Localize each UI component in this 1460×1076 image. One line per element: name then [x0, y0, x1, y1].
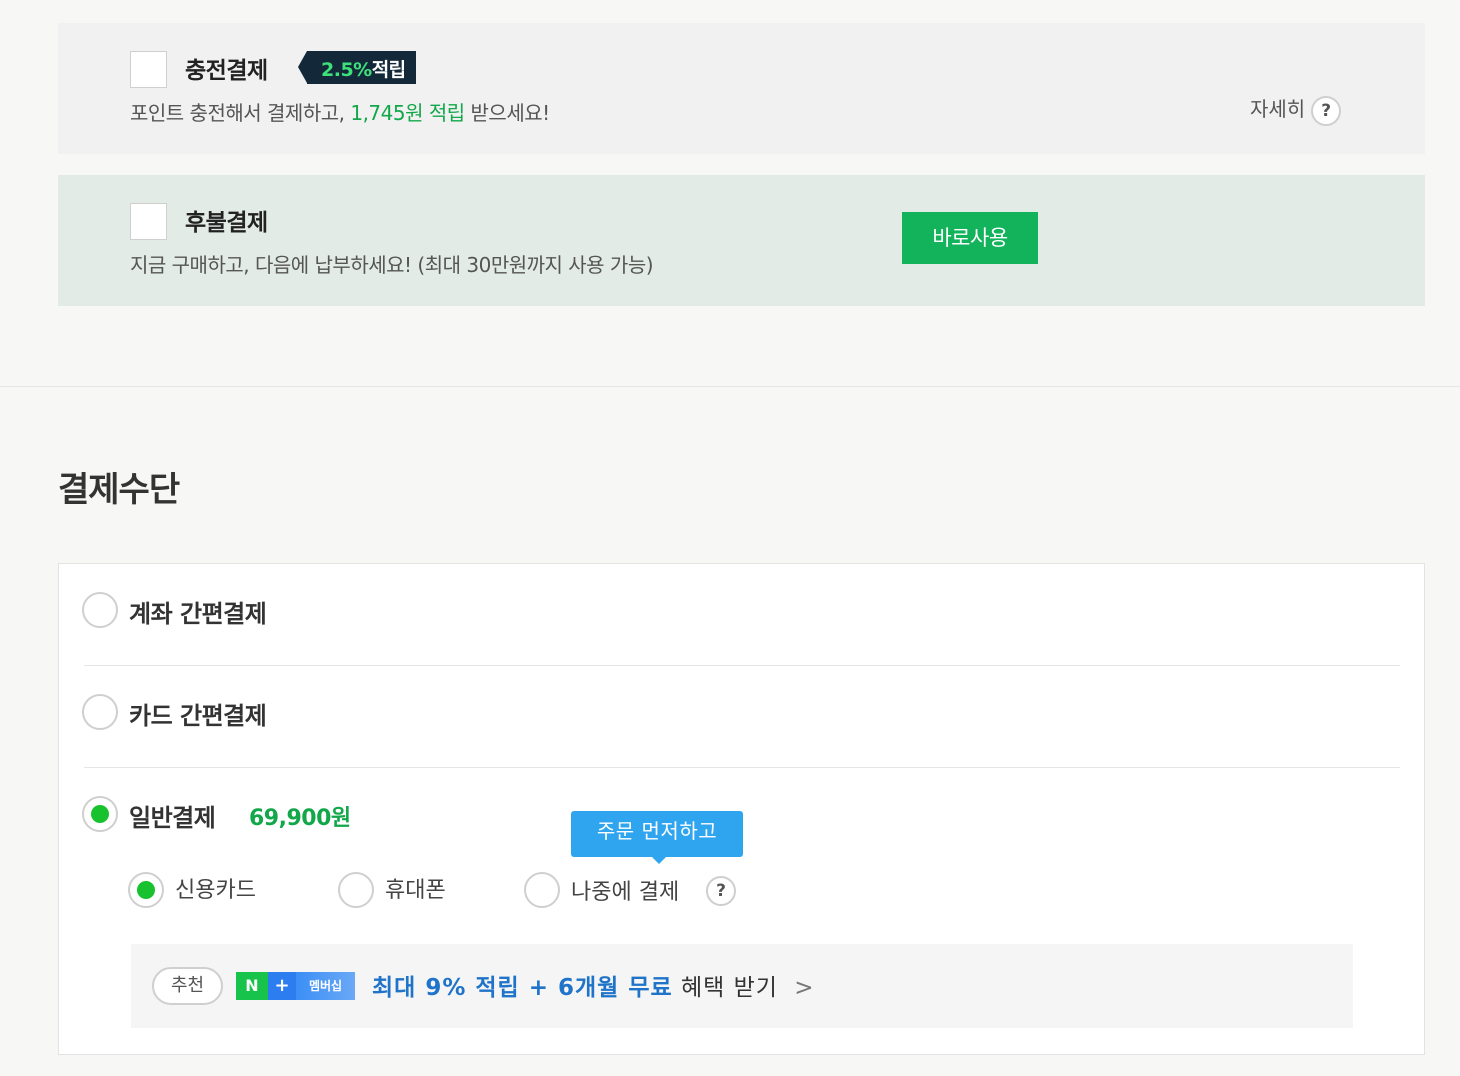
method-divider [84, 665, 1400, 666]
charge-payment-checkbox[interactable] [130, 51, 167, 88]
radio-credit-card[interactable] [128, 872, 164, 908]
charge-desc-highlight: 1,745원 적립 [350, 101, 465, 125]
reward-badge-text: 적립 [371, 59, 406, 81]
reward-badge: 2.5%적립 [298, 51, 416, 84]
promo-highlight: 최대 9% 적립 + 6개월 무료 [372, 975, 673, 1001]
deferred-payment-title: 후불결제 [185, 210, 268, 236]
use-now-button[interactable]: 바로사용 [902, 212, 1038, 264]
section-divider [0, 386, 1460, 387]
radio-pay-later[interactable] [524, 872, 560, 908]
payment-method-heading: 결제수단 [58, 470, 180, 510]
method-label-account: 계좌 간편결제 [129, 600, 267, 628]
radio-account-easy-pay[interactable] [82, 592, 118, 628]
method-divider [84, 767, 1400, 768]
chevron-right-icon: > [794, 975, 815, 1001]
membership-promo-banner[interactable]: 추천 N + 멤버십 최대 9% 적립 + 6개월 무료 혜택 받기 > [131, 944, 1353, 1028]
charge-desc-prefix: 포인트 충전해서 결제하고, [130, 101, 345, 125]
help-icon[interactable]: ? [706, 876, 736, 906]
radio-general-pay[interactable] [82, 796, 118, 832]
charge-desc-suffix: 받으세요! [470, 101, 551, 125]
promo-text: 최대 9% 적립 + 6개월 무료 혜택 받기 > [372, 968, 815, 1002]
radio-card-easy-pay[interactable] [82, 694, 118, 730]
deferred-payment-checkbox[interactable] [130, 203, 167, 240]
charge-payment-description: 포인트 충전해서 결제하고, 1,745원 적립 받으세요! [130, 97, 550, 126]
payment-methods-box: 계좌 간편결제 카드 간편결제 일반결제 69,900원 주문 먼저하고 신용카… [58, 563, 1425, 1055]
sub-method-pay-later: 나중에 결제 [571, 880, 680, 905]
recommend-pill: 추천 [152, 967, 223, 1005]
charge-payment-panel: 충전결제 2.5%적립 포인트 충전해서 결제하고, 1,745원 적립 받으세… [58, 23, 1425, 154]
sub-method-credit-card: 신용카드 [175, 878, 256, 903]
reward-badge-percent: 2.5% [321, 59, 372, 81]
details-label: 자세히 [1250, 97, 1306, 121]
charge-payment-title: 충전결제 [185, 58, 268, 84]
method-label-general: 일반결제 [129, 804, 216, 832]
deferred-payment-description: 지금 구매하고, 다음에 납부하세요! (최대 30만원까지 사용 가능) [130, 253, 654, 277]
pay-later-tooltip: 주문 먼저하고 [571, 811, 743, 864]
promo-rest: 혜택 받기 [680, 975, 778, 1001]
nplus-member-label: 멤버십 [296, 972, 355, 1000]
nplus-plus: + [268, 972, 296, 1000]
sub-method-mobile: 휴대폰 [385, 878, 446, 903]
method-label-card: 카드 간편결제 [129, 702, 267, 730]
nplus-membership-logo: N + 멤버십 [236, 972, 355, 1000]
details-link[interactable]: 자세히? [1250, 93, 1342, 126]
nplus-n: N [236, 972, 268, 1000]
radio-mobile-phone[interactable] [338, 872, 374, 908]
help-icon[interactable]: ? [1311, 95, 1342, 126]
deferred-payment-panel: 후불결제 지금 구매하고, 다음에 납부하세요! (최대 30만원까지 사용 가… [58, 175, 1425, 306]
payment-amount: 69,900원 [249, 806, 351, 831]
